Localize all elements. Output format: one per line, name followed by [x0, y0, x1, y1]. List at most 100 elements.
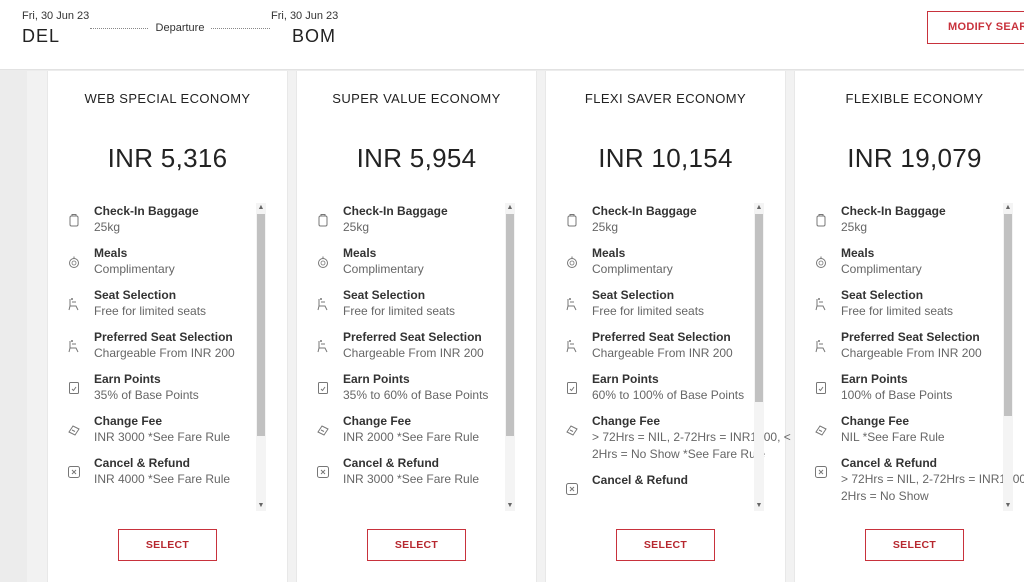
fare-card: SUPER VALUE ECONOMY INR 5,954 Check-In B…: [296, 71, 537, 582]
feature-value: Chargeable From INR 200: [343, 346, 484, 360]
feature-value: > 72Hrs = NIL, 2-72Hrs = INR1500, < 2Hrs…: [841, 472, 1024, 503]
scroll-thumb[interactable]: [506, 214, 514, 436]
feature-value: Free for limited seats: [841, 304, 954, 318]
feature-value: NIL *See Fare Rule: [841, 430, 945, 444]
scroll-thumb[interactable]: [755, 214, 763, 402]
fare-feature-item: Change Fee NIL *See Fare Rule: [812, 413, 1024, 446]
feature-value: 35% to 60% of Base Points: [343, 388, 489, 402]
seat-icon: [316, 339, 330, 353]
fare-price: INR 19,079: [847, 143, 982, 173]
feature-value: 25kg: [94, 220, 121, 234]
feature-value: Chargeable From INR 200: [592, 346, 733, 360]
scroll-up-icon[interactable]: ▲: [505, 203, 515, 213]
seat-icon: [565, 339, 579, 353]
scroll-thumb[interactable]: [1004, 214, 1012, 416]
baggage-icon: [814, 213, 828, 227]
feature-label: Cancel & Refund: [343, 456, 440, 470]
feature-label: Meals: [94, 246, 128, 260]
baggage-icon: [565, 213, 579, 227]
feature-label: Preferred Seat Selection: [94, 330, 233, 344]
search-summary-header: Fri, 30 Jun 23 DEL Departure Fri, 30 Jun…: [0, 0, 1024, 70]
baggage-icon: [67, 213, 81, 227]
change-icon: [67, 423, 81, 437]
feature-label: Check-In Baggage: [343, 204, 448, 218]
feature-label: Check-In Baggage: [841, 204, 946, 218]
feature-label: Seat Selection: [343, 288, 426, 302]
fare-feature-item: Preferred Seat Selection Chargeable From …: [812, 329, 1024, 362]
cancel-icon: [814, 465, 828, 479]
feature-value: 35% of Base Points: [94, 388, 199, 402]
fare-feature-item: Cancel & Refund > 72Hrs = NIL, 2-72Hrs = …: [812, 455, 1024, 505]
feature-value: 60% to 100% of Base Points: [592, 388, 745, 402]
feature-label: Earn Points: [841, 372, 908, 386]
points-icon: [316, 381, 330, 395]
seat-icon: [565, 297, 579, 311]
feature-label: Seat Selection: [592, 288, 675, 302]
seat-icon: [814, 297, 828, 311]
modify-search-button[interactable]: MODIFY SEARCH: [927, 11, 1024, 44]
baggage-icon: [316, 213, 330, 227]
scroll-thumb[interactable]: [257, 214, 265, 436]
feature-label: Earn Points: [592, 372, 659, 386]
cancel-icon: [565, 482, 579, 496]
seat-icon: [316, 297, 330, 311]
feature-label: Check-In Baggage: [592, 204, 697, 218]
cancel-icon: [316, 465, 330, 479]
scroll-up-icon[interactable]: ▲: [256, 203, 266, 213]
select-fare-button[interactable]: SELECT: [367, 529, 466, 561]
fare-title: FLEXIBLE ECONOMY: [845, 91, 984, 106]
fare-card: FLEXIBLE ECONOMY INR 19,079 Check-In Bag…: [794, 71, 1024, 582]
scroll-up-icon[interactable]: ▲: [1003, 203, 1013, 213]
feature-label: Cancel & Refund: [841, 456, 938, 470]
features-scrollbar[interactable]: ▲ ▼: [754, 203, 764, 511]
features-scrollbar[interactable]: ▲ ▼: [256, 203, 266, 511]
points-icon: [565, 381, 579, 395]
scroll-down-icon[interactable]: ▼: [1003, 501, 1013, 511]
points-icon: [814, 381, 828, 395]
fare-card: WEB SPECIAL ECONOMY INR 5,316 Check-In B…: [47, 71, 288, 582]
fare-feature-item: Seat Selection Free for limited seats: [812, 287, 1024, 320]
arrival-date: Fri, 30 Jun 23: [271, 10, 339, 22]
feature-value: Chargeable From INR 200: [94, 346, 235, 360]
feature-value: INR 4000 *See Fare Rule: [94, 472, 231, 486]
feature-value: 25kg: [592, 220, 619, 234]
meals-icon: [316, 255, 330, 269]
select-fare-button[interactable]: SELECT: [118, 529, 217, 561]
feature-value: Chargeable From INR 200: [841, 346, 982, 360]
feature-label: Preferred Seat Selection: [592, 330, 731, 344]
fare-price: INR 5,954: [356, 143, 477, 173]
feature-label: Meals: [343, 246, 377, 260]
scroll-up-icon[interactable]: ▲: [754, 203, 764, 213]
meals-icon: [565, 255, 579, 269]
feature-label: Cancel & Refund: [592, 473, 689, 487]
seat-icon: [67, 339, 81, 353]
meals-icon: [67, 255, 81, 269]
select-fare-button[interactable]: SELECT: [616, 529, 715, 561]
destination-code: BOM: [292, 26, 337, 46]
select-fare-button[interactable]: SELECT: [865, 529, 964, 561]
feature-value: 25kg: [343, 220, 370, 234]
feature-label: Change Fee: [592, 414, 661, 428]
feature-value: 100% of Base Points: [841, 388, 953, 402]
feature-value: INR 3000 *See Fare Rule: [343, 472, 480, 486]
scroll-down-icon[interactable]: ▼: [256, 501, 266, 511]
feature-value: Complimentary: [592, 262, 673, 276]
scroll-down-icon[interactable]: ▼: [505, 501, 515, 511]
feature-label: Earn Points: [343, 372, 410, 386]
fare-price: INR 5,316: [107, 143, 228, 173]
feature-value: > 72Hrs = NIL, 2-72Hrs = INR1000, < 2Hrs…: [592, 430, 791, 461]
feature-value: 25kg: [841, 220, 868, 234]
feature-label: Check-In Baggage: [94, 204, 199, 218]
fare-card: FLEXI SAVER ECONOMY INR 10,154 Check-In …: [545, 71, 791, 582]
seat-icon: [814, 339, 828, 353]
feature-label: Meals: [592, 246, 626, 260]
features-scrollbar[interactable]: ▲ ▼: [1003, 203, 1013, 511]
feature-label: Cancel & Refund: [94, 456, 191, 470]
feature-label: Seat Selection: [94, 288, 177, 302]
origin-code: DEL: [22, 26, 61, 46]
scroll-down-icon[interactable]: ▼: [754, 501, 764, 511]
feature-value: Free for limited seats: [343, 304, 456, 318]
feature-label: Earn Points: [94, 372, 161, 386]
change-icon: [316, 423, 330, 437]
features-scrollbar[interactable]: ▲ ▼: [505, 203, 515, 511]
